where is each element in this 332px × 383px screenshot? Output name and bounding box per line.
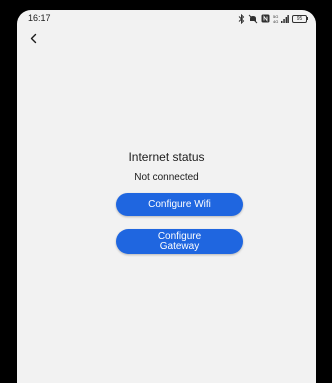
- status-icons: 5G 4G 95: [238, 13, 308, 24]
- back-chevron-icon[interactable]: [26, 31, 42, 47]
- svg-text:4G: 4G: [273, 19, 278, 24]
- mute-icon: [248, 14, 258, 24]
- battery-icon: 95: [292, 14, 308, 23]
- battery-level: 95: [292, 14, 307, 23]
- connection-status: Not connected: [134, 172, 199, 183]
- back-button[interactable]: [26, 31, 42, 47]
- configure-gateway-button[interactable]: Configure Gateway: [116, 229, 243, 254]
- configure-wifi-button[interactable]: Configure Wifi: [116, 193, 243, 216]
- page-title: Internet status: [128, 150, 205, 164]
- status-time: 16:17: [28, 13, 51, 23]
- bluetooth-icon: [238, 13, 245, 24]
- signal-icon: 5G 4G: [273, 14, 289, 24]
- nfc-icon: [261, 14, 270, 23]
- status-bar: 16:17 5G 4G 95: [17, 10, 316, 28]
- app-screen: 16:17 5G 4G 95 Internet status Not conne…: [17, 10, 316, 383]
